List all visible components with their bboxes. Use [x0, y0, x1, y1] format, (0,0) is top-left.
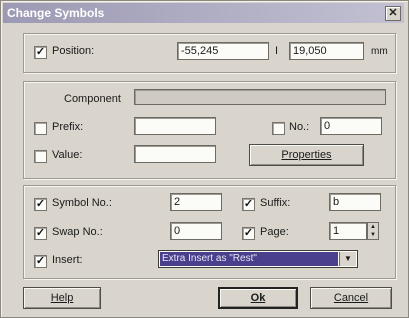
value-checkbox[interactable]	[34, 150, 47, 163]
position-checkbox[interactable]: ✓	[34, 46, 47, 59]
position-y-input[interactable]: 19,050	[289, 42, 364, 60]
position-group: ✓ Position: -55,245 I 19,050 mm	[23, 33, 396, 73]
swap-no-checkbox[interactable]: ✓	[34, 227, 47, 240]
ok-button[interactable]: Ok	[218, 287, 298, 309]
spin-down-icon[interactable]: ▼	[368, 231, 378, 239]
swap-no-input[interactable]: 0	[170, 222, 222, 240]
number-checkbox[interactable]	[272, 122, 285, 135]
insert-label: Insert:	[52, 254, 83, 266]
symbol-no-checkbox[interactable]: ✓	[34, 198, 47, 211]
swap-no-label: Swap No.:	[52, 226, 103, 238]
page-checkbox[interactable]: ✓	[242, 227, 255, 240]
prefix-checkbox[interactable]	[34, 122, 47, 135]
close-icon[interactable]: ✕	[385, 6, 401, 21]
symbol-no-input[interactable]: 2	[170, 193, 222, 211]
position-separator: I	[275, 45, 279, 57]
position-label: Position:	[52, 45, 95, 57]
page-input[interactable]: 1	[329, 222, 367, 240]
prefix-input[interactable]	[134, 117, 216, 135]
page-label: Page:	[260, 226, 289, 238]
cancel-button[interactable]: Cancel	[310, 287, 392, 309]
insert-checkbox[interactable]: ✓	[34, 255, 47, 268]
number-input[interactable]: 0	[320, 117, 382, 135]
component-label: Component	[64, 93, 121, 105]
value-input[interactable]	[134, 145, 216, 163]
cancel-button-label: Cancel	[333, 292, 369, 304]
chevron-down-icon[interactable]: ▼	[339, 252, 356, 266]
suffix-checkbox[interactable]: ✓	[242, 198, 255, 211]
change-symbols-dialog: Change Symbols ✕ ✓ Position: -55,245 I 1…	[0, 0, 409, 318]
insert-select[interactable]: Extra Insert as "Rest" ▼	[158, 250, 358, 268]
component-input[interactable]	[134, 89, 386, 105]
properties-button-label: Properties	[281, 149, 332, 161]
spin-up-icon[interactable]: ▲	[368, 223, 378, 231]
position-unit: mm	[371, 46, 388, 57]
suffix-input[interactable]: b	[329, 193, 381, 211]
help-button-label: Help	[50, 292, 74, 304]
component-group: Component Prefix: No.: 0 Value: Properti…	[23, 81, 396, 179]
ok-button-label: Ok	[250, 292, 266, 304]
help-button[interactable]: Help	[23, 287, 101, 309]
number-label: No.:	[289, 121, 310, 133]
properties-button[interactable]: Properties	[249, 144, 364, 166]
page-spinner[interactable]: ▲ ▼	[367, 222, 379, 240]
prefix-label: Prefix:	[52, 121, 84, 133]
insert-select-value: Extra Insert as "Rest"	[160, 252, 338, 266]
title-bar: Change Symbols ✕	[3, 3, 404, 23]
symbol-group: ✓ Symbol No.: 2 ✓ Suffix: b ✓ Swap No.: …	[23, 185, 396, 279]
dialog-title: Change Symbols	[7, 6, 105, 20]
suffix-label: Suffix:	[260, 197, 291, 209]
symbol-no-label: Symbol No.:	[52, 197, 112, 209]
value-label: Value:	[52, 149, 83, 161]
position-x-input[interactable]: -55,245	[177, 42, 269, 60]
